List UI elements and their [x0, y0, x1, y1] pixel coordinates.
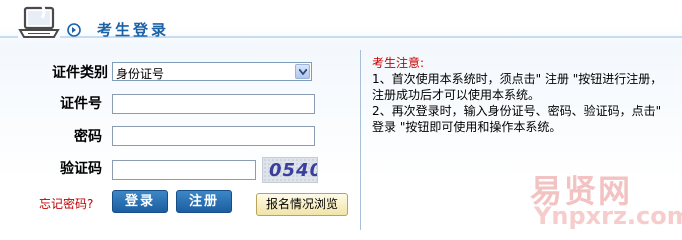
id-type-select[interactable]: 身份证号 [112, 62, 312, 81]
login-button[interactable]: 登录 [112, 190, 168, 213]
password-input[interactable] [112, 126, 315, 146]
captcha-input[interactable] [112, 160, 256, 180]
password-label: 密码 [74, 129, 102, 145]
id-type-select-value: 身份证号 [116, 67, 165, 81]
panel-divider [360, 50, 361, 230]
register-button[interactable]: 注册 [176, 190, 232, 213]
watermark: 易贤网 Ynpxrz.com [530, 166, 682, 240]
id-type-label: 证件类别 [52, 65, 108, 81]
notice-title: 考生注意: [372, 56, 425, 70]
id-number-label: 证件号 [60, 96, 102, 112]
captcha-text: 0540 [269, 160, 318, 181]
login-header: 考生登录 [0, 0, 682, 44]
notice-item-1: 1、首次使用本系统时，须点击" 注册 "按钮进行注册，注册成功后才可以使用本系统… [372, 72, 663, 102]
arrow-icon [67, 23, 81, 37]
page-title: 考生登录 [97, 21, 170, 39]
registration-status-button[interactable]: 报名情况浏览 [256, 193, 348, 216]
captcha-label: 验证码 [60, 161, 102, 177]
laptop-icon [18, 6, 60, 38]
watermark-domain: Ynpxrz.com [534, 202, 682, 230]
forgot-password-link[interactable]: 忘记密码? [39, 195, 93, 212]
captcha-image[interactable]: 0540 [262, 157, 318, 183]
id-number-input[interactable] [112, 94, 315, 114]
notice-item-2: 2、再次登录时，输入身份证号、密码、验证码，点击" 登录 "按钮即可使用和操作本… [372, 104, 662, 134]
chevron-down-icon[interactable] [295, 64, 310, 79]
